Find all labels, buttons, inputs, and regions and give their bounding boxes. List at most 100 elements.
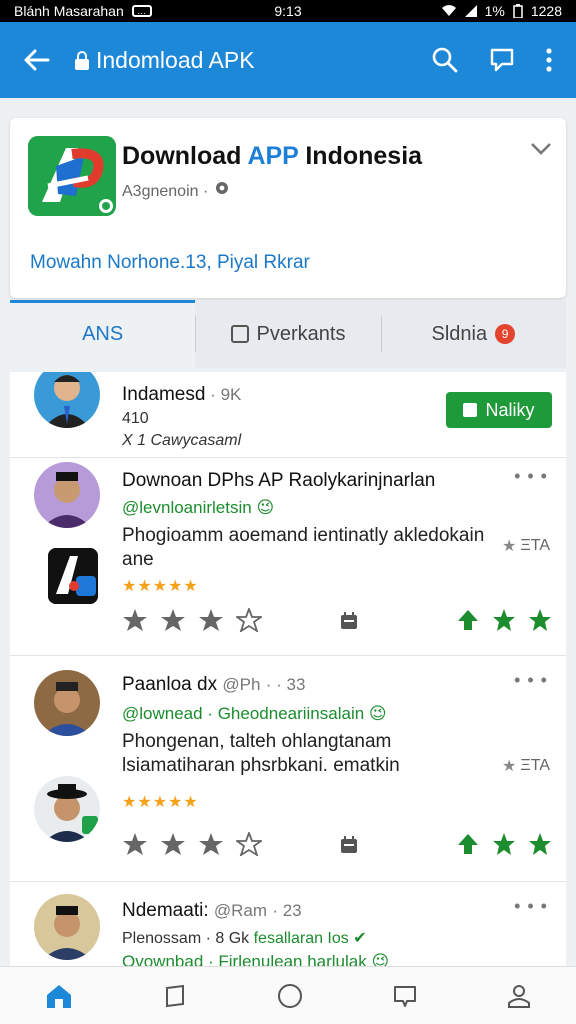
upvote-icon[interactable] (456, 832, 480, 861)
avatar[interactable] (34, 372, 100, 428)
home-icon[interactable] (45, 983, 73, 1009)
star-outline-icon[interactable] (234, 606, 264, 637)
post-body: Phongenan, talteh ohlangtanam lsiamatiha… (122, 731, 400, 776)
app-bar-title: Indomload APK (74, 47, 432, 74)
follow-label: Naliky (485, 399, 535, 420)
app-bar: Indomload APK (0, 22, 576, 98)
avatar[interactable] (34, 670, 100, 736)
developer-name[interactable]: A3gnenoin (122, 183, 199, 200)
star-filled-icon[interactable] (160, 608, 186, 637)
star-filled-icon[interactable] (198, 608, 224, 637)
more-vert-icon[interactable] (546, 48, 552, 72)
tab-ans[interactable]: ANS (10, 300, 196, 368)
list-item[interactable]: Paanloa dx @Ph · · 33 @lownead · Gheodne… (10, 656, 566, 882)
gold-stars: ★★★★★ (122, 578, 199, 595)
upvote-icon[interactable] (492, 608, 516, 637)
user-handle: @levnloanirletsin (122, 498, 252, 517)
check-icon: ✔ (353, 930, 367, 947)
upvote-row[interactable] (456, 832, 552, 861)
upvote-icon[interactable] (492, 832, 516, 861)
chat-bubble-icon[interactable] (488, 46, 516, 74)
chat-icon[interactable] (393, 984, 417, 1008)
app-name-suffix: Indonesia (298, 142, 423, 170)
share-icon[interactable] (213, 180, 231, 196)
app-bar-title-text: Indomload APK (96, 46, 255, 73)
list-item[interactable]: Indamesd · 9K 410 X 1 Cawycasaml Naliky (10, 372, 566, 458)
notification-badge: 9 (495, 324, 516, 344)
more-options-icon[interactable]: • • • (514, 670, 548, 691)
user-handle[interactable]: @Ram (214, 901, 267, 920)
avatar[interactable] (34, 894, 100, 960)
post-tag[interactable]: Ovownbad · Firlenulean harlulak 😉 (122, 952, 389, 966)
lock-icon (74, 50, 90, 70)
battery-icon (513, 4, 523, 18)
post-user: Paanloa dx @Ph · · 33 (122, 674, 305, 696)
tag-text: @lownead · Gheodneariinsalain (122, 704, 365, 723)
upvote-icon[interactable] (528, 832, 552, 861)
user-name[interactable]: Downoan DPhs AP Raolykarinjnarlan (122, 470, 435, 492)
emoji-icon: 😉 (256, 498, 275, 517)
follower-count: 9K (220, 385, 242, 404)
user-name[interactable]: Ndemaati: (122, 900, 209, 921)
tab-sldnia[interactable]: Sldnia 9 (380, 300, 566, 368)
time-separator: · · (265, 675, 287, 694)
post-meta: 410 (122, 410, 149, 427)
calendar-icon[interactable] (340, 612, 358, 630)
post-tag[interactable]: @lownead · Gheodneariinsalain 😉 (122, 704, 387, 724)
user-name[interactable]: Paanloa dx (122, 674, 217, 695)
search-icon[interactable] (432, 47, 458, 73)
circle-icon[interactable] (277, 983, 303, 1009)
upvote-icon[interactable] (456, 608, 480, 637)
app-link-text[interactable]: Mowahn Norhone.13, Piyal Rkrar (30, 252, 310, 274)
avatar[interactable] (34, 462, 100, 528)
developer-row: A3gnenoin · (122, 180, 231, 201)
avatar[interactable] (34, 776, 100, 842)
status-right: 1% 1228 (441, 3, 562, 19)
developer-separator: · (202, 183, 213, 200)
status-clock: 1228 (530, 3, 562, 19)
rating-stars[interactable] (122, 606, 264, 637)
star-filled-icon[interactable] (198, 832, 224, 861)
list-item[interactable]: Downoan DPhs AP Raolykarinjnarlan @levnl… (10, 458, 566, 656)
rating-stars[interactable] (122, 830, 264, 861)
post-rating: ★ ΞΤΑ (502, 536, 550, 556)
tab-pverkants[interactable]: Pverkants (195, 300, 380, 368)
bookmark-icon[interactable] (163, 984, 187, 1008)
list-item[interactable]: Ndemaati: @Ram · 23 Plenossam · 8 Gk fes… (10, 882, 566, 966)
comment-feed[interactable]: Indamesd · 9K 410 X 1 Cawycasaml Naliky … (10, 372, 566, 966)
upvote-row[interactable] (456, 608, 552, 637)
calendar-icon[interactable] (340, 836, 358, 854)
tab-label: Pverkants (256, 322, 346, 345)
upvote-icon[interactable] (528, 608, 552, 637)
rating-text: ΞΤΑ (520, 757, 550, 774)
battery-percent: 1% (484, 3, 505, 19)
post-handle[interactable]: @levnloanirletsin 😉 (122, 498, 274, 518)
star-filled-icon[interactable] (122, 608, 148, 637)
arrow-left-icon (24, 49, 50, 71)
app-name-prefix: Download (122, 142, 248, 170)
rating-text: ΞΤΑ (520, 537, 550, 554)
post-meta-secondary: X 1 Cawycasaml (122, 432, 242, 449)
star-filled-icon[interactable] (160, 832, 186, 861)
profile-icon[interactable] (507, 983, 531, 1009)
tag-text: Ovownbad · Firlenulean harlulak (122, 952, 367, 966)
star-outline-icon[interactable] (234, 830, 264, 861)
chevron-down-icon[interactable] (530, 142, 552, 156)
app-name: Download APP Indonesia (122, 142, 422, 171)
user-name[interactable]: Indamesd (122, 384, 205, 405)
app-bar-actions (432, 46, 576, 74)
post-body: Phogioamm aoemand ientinatly akledokain … (122, 525, 485, 570)
post-user: Indamesd · 9K (122, 384, 241, 406)
post-time: 23 (282, 901, 302, 920)
user-handle[interactable]: @Ph (222, 675, 260, 694)
star-icon: ★ (502, 538, 517, 555)
more-options-icon[interactable]: • • • (514, 896, 548, 917)
back-button[interactable] (0, 22, 74, 98)
star-filled-icon[interactable] (122, 832, 148, 861)
post-rating: ★ ΞΤΑ (502, 756, 550, 776)
time-separator: · (272, 901, 283, 920)
status-bar: Blánh Masarahan … 9:13 1% 1228 (0, 0, 576, 22)
more-options-icon[interactable]: • • • (514, 466, 548, 487)
gold-stars: ★★★★★ (122, 794, 199, 811)
follow-button[interactable]: Naliky (446, 392, 552, 428)
